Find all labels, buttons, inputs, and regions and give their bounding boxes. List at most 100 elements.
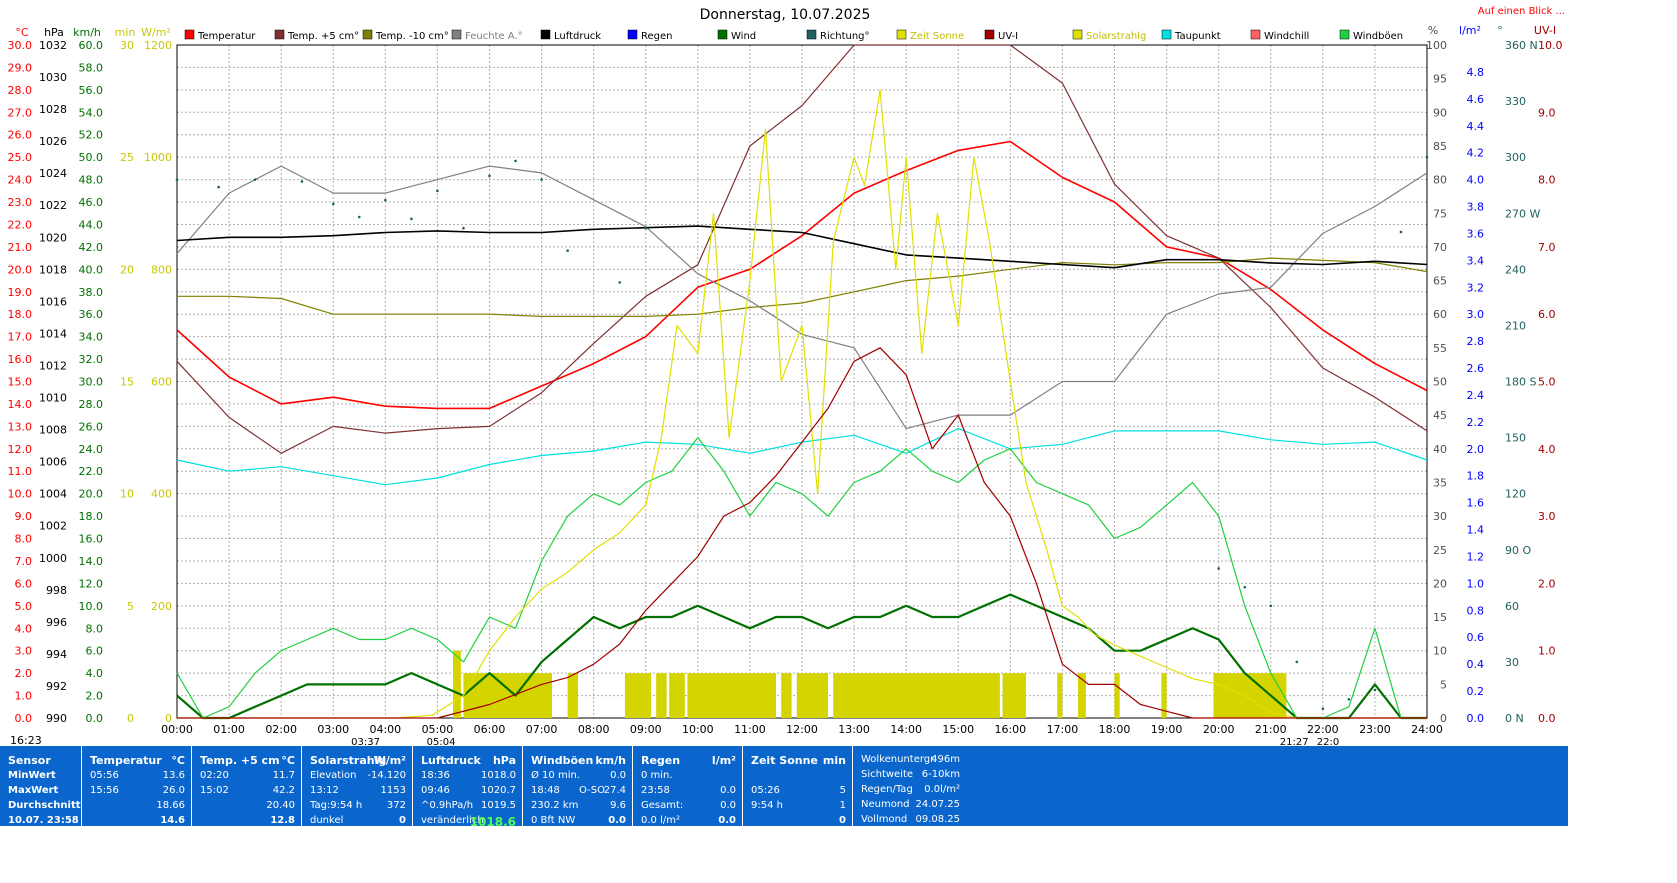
sunshine-bar — [669, 673, 685, 718]
uv-tick-label: 7.0 — [1538, 241, 1556, 254]
stats-sun-row-label: 05:26 — [751, 785, 780, 796]
legend-swatch — [1339, 29, 1350, 40]
series-richtung-point — [1295, 660, 1299, 664]
legend-label: Windböen — [1353, 31, 1403, 42]
series-richtung-point — [644, 226, 648, 230]
pressure-tick-label: 998 — [46, 584, 67, 597]
stats-gusts-row-label: 230.2 km — [531, 800, 579, 811]
sun-min-tick-label: 0 — [127, 712, 134, 725]
sun-min-tick-label: 10 — [120, 488, 134, 501]
rain-tick-label: 3.8 — [1467, 201, 1485, 214]
stats-panel: Sensor MinWert MaxWert Durchschnitt 10.0… — [0, 746, 1568, 829]
series-richtung-point — [253, 178, 257, 181]
x-tick-label: 15:00 — [942, 723, 974, 736]
x-tick-label: 11:00 — [734, 723, 766, 736]
stats-pressure-row-value: 1018.6 — [469, 815, 516, 829]
stats-misc-label: Wolkenuntergr. — [861, 754, 937, 765]
direction-tick-label: 270 W — [1505, 207, 1540, 220]
stats-misc-label: Sichtweite — [861, 769, 914, 780]
rain-tick-label: 2.8 — [1467, 335, 1485, 348]
legend-label: Taupunkt — [1174, 31, 1221, 42]
stats-temp-row-label: 15:56 — [90, 785, 119, 796]
temp-tick-label: 15.0 — [8, 376, 33, 389]
series-richtung-point — [1425, 155, 1429, 159]
pressure-tick-label: 1014 — [39, 327, 67, 340]
wind-tick-label: 22.0 — [79, 465, 104, 478]
pressure-tick-label: 992 — [46, 680, 67, 693]
rain-tick-label: 0.4 — [1467, 658, 1485, 671]
humidity-tick-label: 15 — [1433, 611, 1447, 624]
pressure-axis-unit: hPa — [44, 26, 64, 39]
stats-gusts-row-label: 18:48 — [531, 785, 560, 796]
stats-sun-row-label: 9:54 h — [751, 800, 783, 811]
wind-tick-label: 58.0 — [79, 61, 104, 74]
temp-tick-label: 23.0 — [8, 196, 33, 209]
humidity-tick-label: 40 — [1433, 443, 1447, 456]
solar-tick-label: 400 — [151, 488, 172, 501]
stats-temp-row-value: 26.0 — [162, 785, 185, 796]
stats-misc-label: Regen/Tag — [861, 784, 913, 795]
stats-gusts: Windböen km/h Ø 10 min. 0.0 18:48 O-SO 27.4 230… — [523, 746, 633, 826]
wind-tick-label: 4.0 — [86, 667, 104, 680]
pressure-tick-label: 1010 — [39, 392, 67, 405]
rain-tick-label: 2.2 — [1467, 416, 1485, 429]
overview-link[interactable]: Auf einen Blick ... — [1478, 6, 1565, 17]
legend-swatch — [1072, 29, 1083, 40]
x-tick-label: 14:00 — [890, 723, 922, 736]
temp-tick-label: 9.0 — [15, 510, 33, 523]
stats-sunshine: Zeit Sonne min 05:26 5 9:54 h 1 0 — [743, 746, 853, 826]
pressure-tick-label: 1016 — [39, 295, 67, 308]
rain-tick-label: 1.4 — [1467, 524, 1485, 537]
x-tick-label: 07:00 — [526, 723, 558, 736]
temp-tick-label: 27.0 — [8, 106, 33, 119]
uv-tick-label: 5.0 — [1538, 376, 1556, 389]
rain-tick-label: 3.2 — [1467, 281, 1485, 294]
humidity-tick-label: 65 — [1433, 275, 1447, 288]
stats-rain-row-label: 0.0 l/m² — [641, 815, 680, 826]
series-richtung-point — [357, 215, 361, 219]
stats-misc-value: 09.08.25 — [915, 814, 960, 825]
stats-pressure: Luftdruck hPa 18:36 1018.0 09:46 1020.7 ^0.9hP… — [413, 746, 523, 829]
uv-tick-label: 6.0 — [1538, 308, 1556, 321]
stats-temp-unit: °C — [171, 754, 185, 767]
direction-tick-label: 330 — [1505, 95, 1526, 108]
sunshine-bar — [453, 650, 461, 718]
legend-label: Regen — [641, 31, 673, 42]
wind-tick-label: 52.0 — [79, 129, 104, 142]
pressure-tick-label: 990 — [46, 712, 67, 725]
temp-tick-label: 4.0 — [15, 622, 33, 635]
solar-tick-label: 1000 — [144, 151, 172, 164]
wind-tick-label: 32.0 — [79, 353, 104, 366]
series-richtung-point — [1243, 585, 1247, 589]
rain-tick-label: 3.6 — [1467, 227, 1485, 240]
series-richtung-point — [566, 249, 569, 252]
wind-tick-label: 46.0 — [79, 196, 104, 209]
direction-tick-label: 240 — [1505, 263, 1526, 276]
stats-solar-row-value: 372 — [386, 800, 406, 811]
pressure-tick-label: 1026 — [39, 135, 67, 148]
x-tick-label: 21:00 — [1255, 723, 1287, 736]
x-tick-label: 04:00 — [369, 723, 401, 736]
pressure-tick-label: 1004 — [39, 488, 67, 501]
series-richtung-point — [1399, 230, 1403, 234]
temp-tick-label: 8.0 — [15, 533, 33, 546]
humidity-tick-label: 5 — [1440, 678, 1447, 691]
stats-pressure-row-value: 1018.0 — [481, 770, 516, 781]
pressure-tick-label: 1024 — [39, 167, 67, 180]
sunshine-bar — [781, 673, 792, 718]
sunshine-bar — [1057, 673, 1063, 718]
moon-marker: 22:0 — [1317, 737, 1339, 746]
x-tick-label: 02:00 — [265, 723, 297, 736]
x-tick-label: 01:00 — [213, 723, 245, 736]
humidity-tick-label: 35 — [1433, 476, 1447, 489]
stats-solar-row-label: dunkel — [310, 815, 344, 826]
sunshine-bar — [1002, 673, 1026, 718]
direction-tick-label: 360 N — [1505, 39, 1538, 52]
wind-axis-unit: km/h — [73, 26, 101, 39]
wind-tick-label: 20.0 — [79, 488, 104, 501]
stats-temp5-row-label: 02:20 — [200, 770, 229, 781]
temp-axis-unit: °C — [15, 26, 29, 39]
legend-label: Zeit Sonne — [910, 31, 964, 42]
stats-misc-value: 496m — [931, 754, 960, 765]
stats-temp-row-value: 14.6 — [160, 815, 185, 826]
